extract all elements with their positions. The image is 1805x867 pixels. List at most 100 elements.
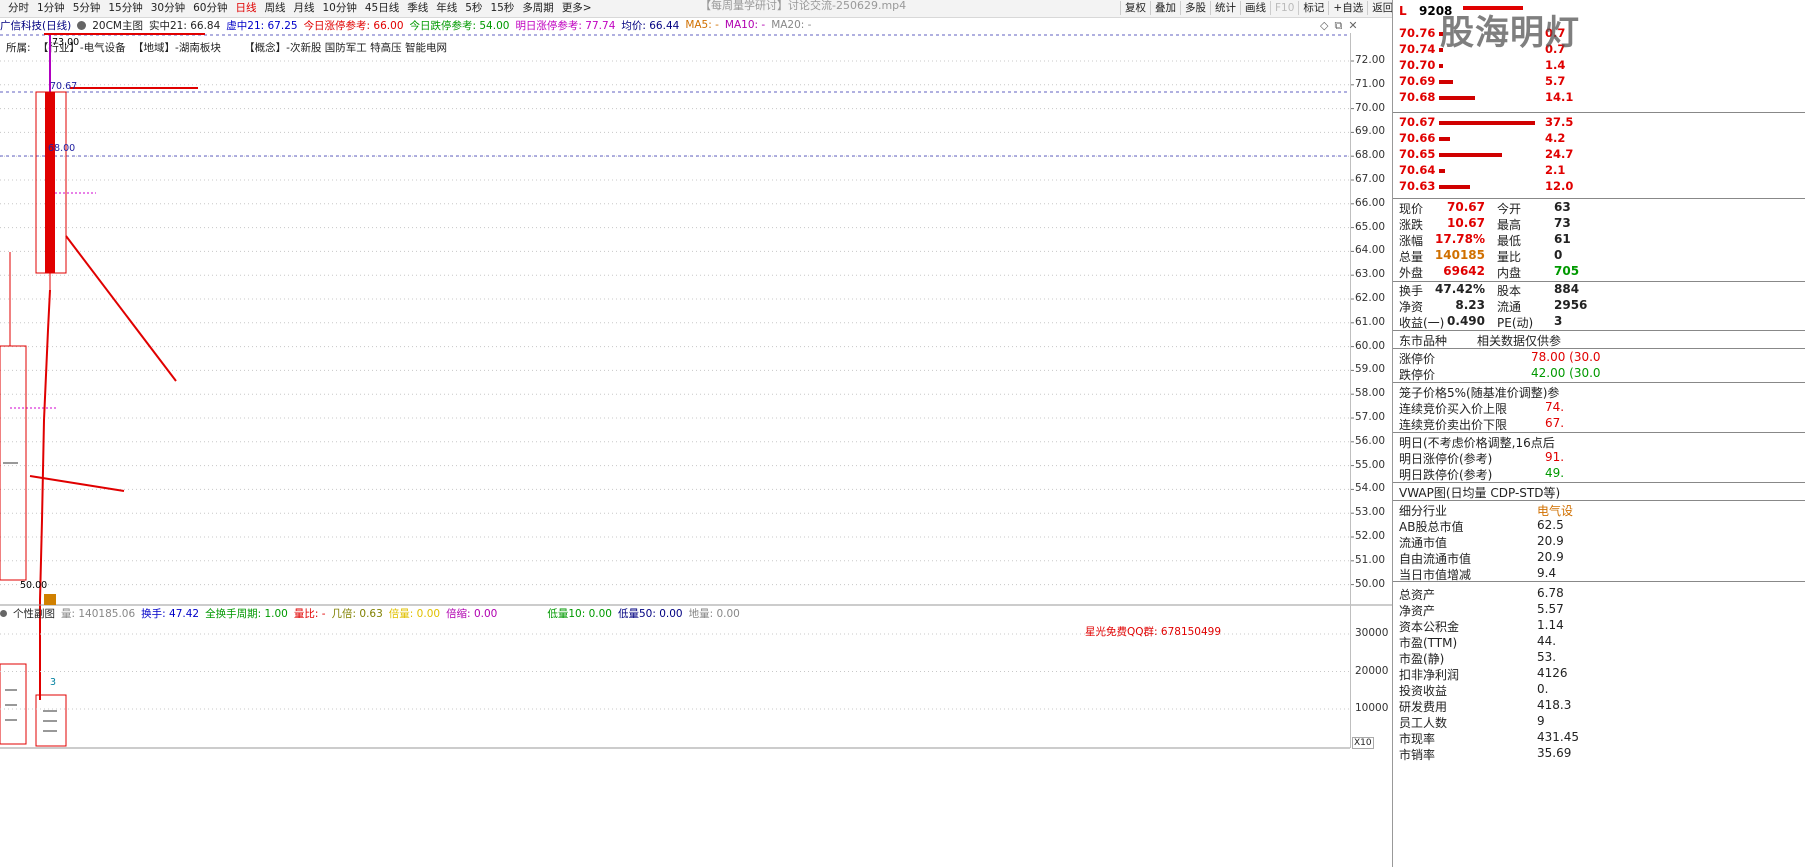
book-price: 70.65 [1399,147,1436,161]
price-tick-label: 70.00 [1355,101,1386,114]
fundamental-value: 20.9 [1537,534,1564,548]
book-row[interactable]: 70.65 24.7 [1399,147,1573,163]
book-volume: 4.2 [1545,131,1566,145]
fundamental-label: 市现率 [1399,732,1436,746]
fundamental-label: 自由流通市值 [1399,552,1472,566]
tomorrow-title: 明日(不考虑价格调整,16点后 [1399,436,1555,450]
sub-gridlines [0,633,1350,710]
fundamental-value: 6.78 [1537,586,1564,600]
price-tick-label: 52.00 [1355,530,1386,542]
book-row[interactable]: 70.66 4.2 [1399,131,1569,147]
vol-ratio-value: 量比: - [293,607,326,620]
fundamental-row: 当日市值增减 9.4 [1399,566,1805,582]
price-axis-border [1350,33,1351,748]
fundamental-label: 投资收益 [1399,684,1448,698]
quote-label: PE(动) [1497,316,1534,330]
quote-row: 净资 8.23 流通 2956 [1399,298,1805,314]
book-row[interactable]: 70.63 12.0 [1399,179,1573,195]
book-volume-bar [1439,80,1454,84]
fundamental-row: 市销率 35.69 [1399,746,1805,762]
quote-value: 73 [1554,216,1571,230]
quote-label: 流通 [1497,300,1522,314]
beisuo-value: 倍缩: 0.00 [446,607,498,620]
cage-sell-label: 连续竞价卖出价下限 [1399,418,1508,432]
book-row[interactable]: 70.67 37.5 [1399,115,1573,131]
quote-divider [1393,382,1805,383]
price-tick-label: 63.00 [1355,268,1386,281]
fundamental-value: 418.3 [1537,698,1572,712]
volume-value: 量: 140185.06 [61,607,136,620]
sub-chart-label: 3 [50,677,56,688]
cage-buy-label: 连续竞价买入价上限 [1399,402,1508,416]
fundamental-row: 市盈(TTM) 44. [1399,634,1805,650]
market-type: 东市品种 [1399,334,1448,348]
annotation-line [29,475,125,492]
watermark-logo: 股海明灯 [1440,13,1580,53]
quote-label: 今开 [1497,202,1522,216]
quote-value: 0.490 [1447,314,1485,328]
quote-value: 63 [1554,200,1571,214]
sub-chart-name[interactable]: 个性副图 [13,606,55,621]
book-row[interactable]: 70.70 1.4 [1399,58,1569,74]
book-row[interactable]: 70.64 2.1 [1399,163,1569,179]
fundamental-label: 市销率 [1399,748,1436,762]
price-tick-label: 53.00 [1355,506,1386,519]
quote-value: 47.42% [1435,282,1485,296]
book-volume: 1.4 [1545,58,1566,72]
book-divider [1393,112,1805,113]
fundamental-value: 9.4 [1537,566,1557,580]
fundamental-row: 细分行业 电气设 [1399,502,1805,518]
book-row[interactable]: 70.69 5.7 [1399,74,1569,90]
book-volume: 12.0 [1545,179,1574,193]
price-tick-label: 71.00 [1355,77,1386,90]
book-price: 70.70 [1399,58,1436,72]
book-volume-bar [1439,137,1450,141]
price-tick-label: 67.00 [1355,173,1386,185]
limit-up-value: 78.00 (30.0 [1531,350,1601,364]
limit-down-value: 42.00 (30.0 [1531,366,1601,380]
cage-title: 笼子价格5%(随基准价调整)参 [1399,386,1560,400]
quote-label: 最高 [1497,218,1522,232]
fundamental-value: 0. [1537,682,1549,696]
book-price: 70.74 [1399,42,1436,56]
price-tick-label: 65.00 [1355,220,1386,233]
fundamental-value: 4126 [1537,666,1568,680]
kline-chart[interactable]: 73.00 70.67 68.00 50.00 3 [0,0,1392,867]
quote-divider [1393,432,1805,433]
vwap-title[interactable]: VWAP图(日均量 CDP-STD等) [1399,484,1560,501]
book-price: 70.67 [1399,115,1436,129]
price-tick-label: 66.00 [1355,196,1386,209]
quote-row: 收益(一) 0.490 PE(动) 3 [1399,314,1805,330]
price-tick-label: 62.00 [1355,292,1386,304]
code-prefix: L [1399,4,1407,18]
fundamental-value: 35.69 [1537,746,1572,760]
book-volume-bar [1439,121,1535,125]
quote-value: 3 [1554,314,1563,328]
quote-label: 换手 [1399,284,1424,298]
book-row[interactable]: 70.68 14.1 [1399,90,1573,106]
diliang-value: 地量: 0.00 [688,607,740,620]
low10-value: 低量10: 0.00 [547,607,612,620]
fundamental-label: 员工人数 [1399,716,1448,730]
quote-divider [1393,330,1805,331]
mid-label: 68.00 [48,143,75,154]
fundamental-row: AB股总市值 62.5 [1399,518,1805,534]
tomorrow-down-label: 明日跌停价(参考) [1399,468,1493,482]
quote-value: 0 [1554,248,1563,262]
fundamental-label: 总资产 [1399,588,1436,602]
quote-label: 外盘 [1399,266,1424,280]
fundamental-row: 研发费用 418.3 [1399,698,1805,714]
quote-value: 17.78% [1435,232,1485,246]
fundamental-value: 9 [1537,714,1545,728]
volume-tick-label: 10000 [1355,702,1389,714]
qq-group-note: 星光免费QQ群: 678150499 [1085,626,1222,638]
fundamental-label: 细分行业 [1399,504,1448,518]
quote-row: 外盘 69642 内盘 705 [1399,264,1805,280]
fundamental-label: AB股总市值 [1399,520,1464,534]
quote-label: 现价 [1399,202,1424,216]
fundamental-row: 总资产 6.78 [1399,586,1805,602]
quote-value: 10.67 [1447,216,1485,230]
book-price: 70.66 [1399,131,1436,145]
price-tick-label: 61.00 [1355,315,1386,328]
quote-row: 换手 47.42% 股本 884 [1399,282,1805,298]
